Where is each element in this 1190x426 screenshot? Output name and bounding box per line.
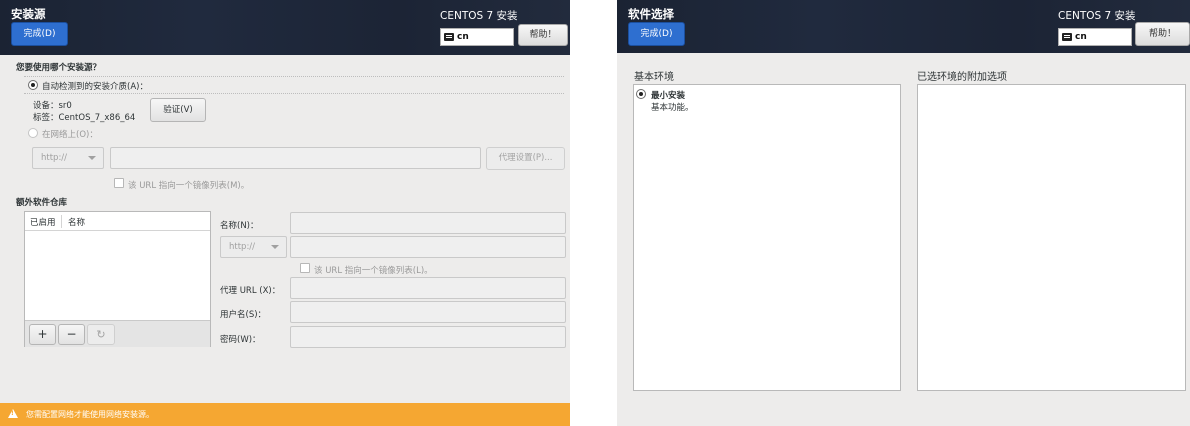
network-radio[interactable] — [28, 128, 38, 138]
divider — [24, 76, 564, 77]
username-input[interactable] — [290, 301, 566, 323]
password-label: 密码(W)： — [220, 335, 261, 345]
base-environment-title: 基本环境 — [634, 72, 674, 83]
chevron-down-icon — [271, 245, 279, 249]
source-question: 您要使用哪个安装源？ — [16, 63, 102, 73]
proxy-settings-button[interactable]: 代理设置(P)... — [486, 147, 565, 170]
column-divider — [61, 215, 62, 228]
environment-name[interactable]: 最小安装 — [651, 89, 685, 101]
refresh-repo-button[interactable]: ↻ — [87, 324, 115, 345]
keyboard-layout-label: cn — [457, 32, 469, 42]
auto-detect-radio[interactable] — [28, 80, 38, 90]
auto-detect-label[interactable]: 自动检测到的安装介质(A)： — [42, 80, 148, 92]
divider — [24, 93, 564, 94]
proxy-url-input[interactable] — [290, 277, 566, 299]
environment-radio[interactable] — [636, 89, 646, 99]
install-title: CENTOS 7 安装 — [1058, 10, 1136, 22]
repo-list-header: 已启用 名称 — [25, 212, 210, 231]
warning-text: 您需配置网络才能使用网络安装源。 — [26, 410, 154, 419]
warning-icon — [8, 409, 18, 418]
protocol-select[interactable]: http:// — [32, 147, 104, 169]
keyboard-icon — [444, 33, 454, 41]
network-label[interactable]: 在网络上(O)： — [42, 128, 98, 140]
proxy-url-label: 代理 URL (X)： — [220, 286, 281, 296]
repo-protocol-value: http:// — [229, 242, 256, 252]
mirror-list-label[interactable]: 该 URL 指向一个镜像列表(M)。 — [128, 179, 249, 191]
keyboard-icon — [1062, 33, 1072, 41]
install-title: CENTOS 7 安装 — [440, 10, 518, 22]
password-input[interactable] — [290, 326, 566, 348]
device-label: 设备：sr0 — [33, 101, 72, 111]
keyboard-layout-indicator[interactable]: cn — [1058, 28, 1132, 46]
chevron-down-icon — [88, 156, 96, 160]
page-title: 安装源 — [11, 7, 46, 21]
done-button[interactable]: 完成(D) — [628, 22, 685, 46]
help-button[interactable]: 帮助！ — [518, 24, 568, 46]
addons-title: 已选环境的附加选项 — [917, 72, 1007, 83]
base-environment-list[interactable]: 最小安装 基本功能。 — [633, 84, 901, 391]
header-bar: 安装源 完成(D) CENTOS 7 安装 cn 帮助！ — [0, 0, 570, 55]
addons-list[interactable] — [917, 84, 1186, 391]
installation-source-panel: 安装源 完成(D) CENTOS 7 安装 cn 帮助！ 您要使用哪个安装源？ … — [0, 0, 570, 426]
media-tag-label: 标签：CentOS_7_x86_64 — [33, 113, 136, 123]
verify-button[interactable]: 验证(V) — [150, 98, 206, 122]
software-selection-panel: 软件选择 完成(D) CENTOS 7 安装 cn 帮助！ 基本环境 已选环境的… — [617, 0, 1190, 426]
environment-description: 基本功能。 — [651, 103, 694, 113]
remove-repo-button[interactable]: − — [58, 324, 85, 345]
help-button[interactable]: 帮助！ — [1135, 22, 1190, 46]
warning-bar: 您需配置网络才能使用网络安装源。 — [0, 403, 570, 426]
repo-name-label: 名称(N)： — [220, 221, 259, 231]
keyboard-layout-label: cn — [1075, 32, 1087, 42]
keyboard-layout-indicator[interactable]: cn — [440, 28, 514, 46]
repo-url-input[interactable] — [290, 236, 566, 258]
refresh-icon: ↻ — [96, 328, 106, 341]
repo-toolbar: + − ↻ — [25, 320, 210, 347]
extra-repos-title: 额外软件仓库 — [16, 198, 68, 208]
page-title: 软件选择 — [628, 7, 674, 21]
repo-mirror-list-label[interactable]: 该 URL 指向一个镜像列表(L)。 — [314, 264, 433, 276]
column-name[interactable]: 名称 — [68, 216, 85, 228]
url-input[interactable] — [110, 147, 481, 169]
mirror-list-checkbox[interactable] — [114, 178, 124, 188]
username-label: 用户名(S)： — [220, 310, 267, 320]
column-enabled[interactable]: 已启用 — [30, 216, 56, 228]
repo-name-input[interactable] — [290, 212, 566, 234]
repo-protocol-select[interactable]: http:// — [220, 236, 287, 258]
repo-mirror-list-checkbox[interactable] — [300, 263, 310, 273]
done-button[interactable]: 完成(D) — [11, 22, 68, 46]
repo-list[interactable]: 已启用 名称 + − ↻ — [24, 211, 211, 347]
protocol-value: http:// — [41, 153, 68, 163]
header-bar: 软件选择 完成(D) CENTOS 7 安装 cn 帮助！ — [617, 0, 1190, 53]
add-repo-button[interactable]: + — [29, 324, 56, 345]
